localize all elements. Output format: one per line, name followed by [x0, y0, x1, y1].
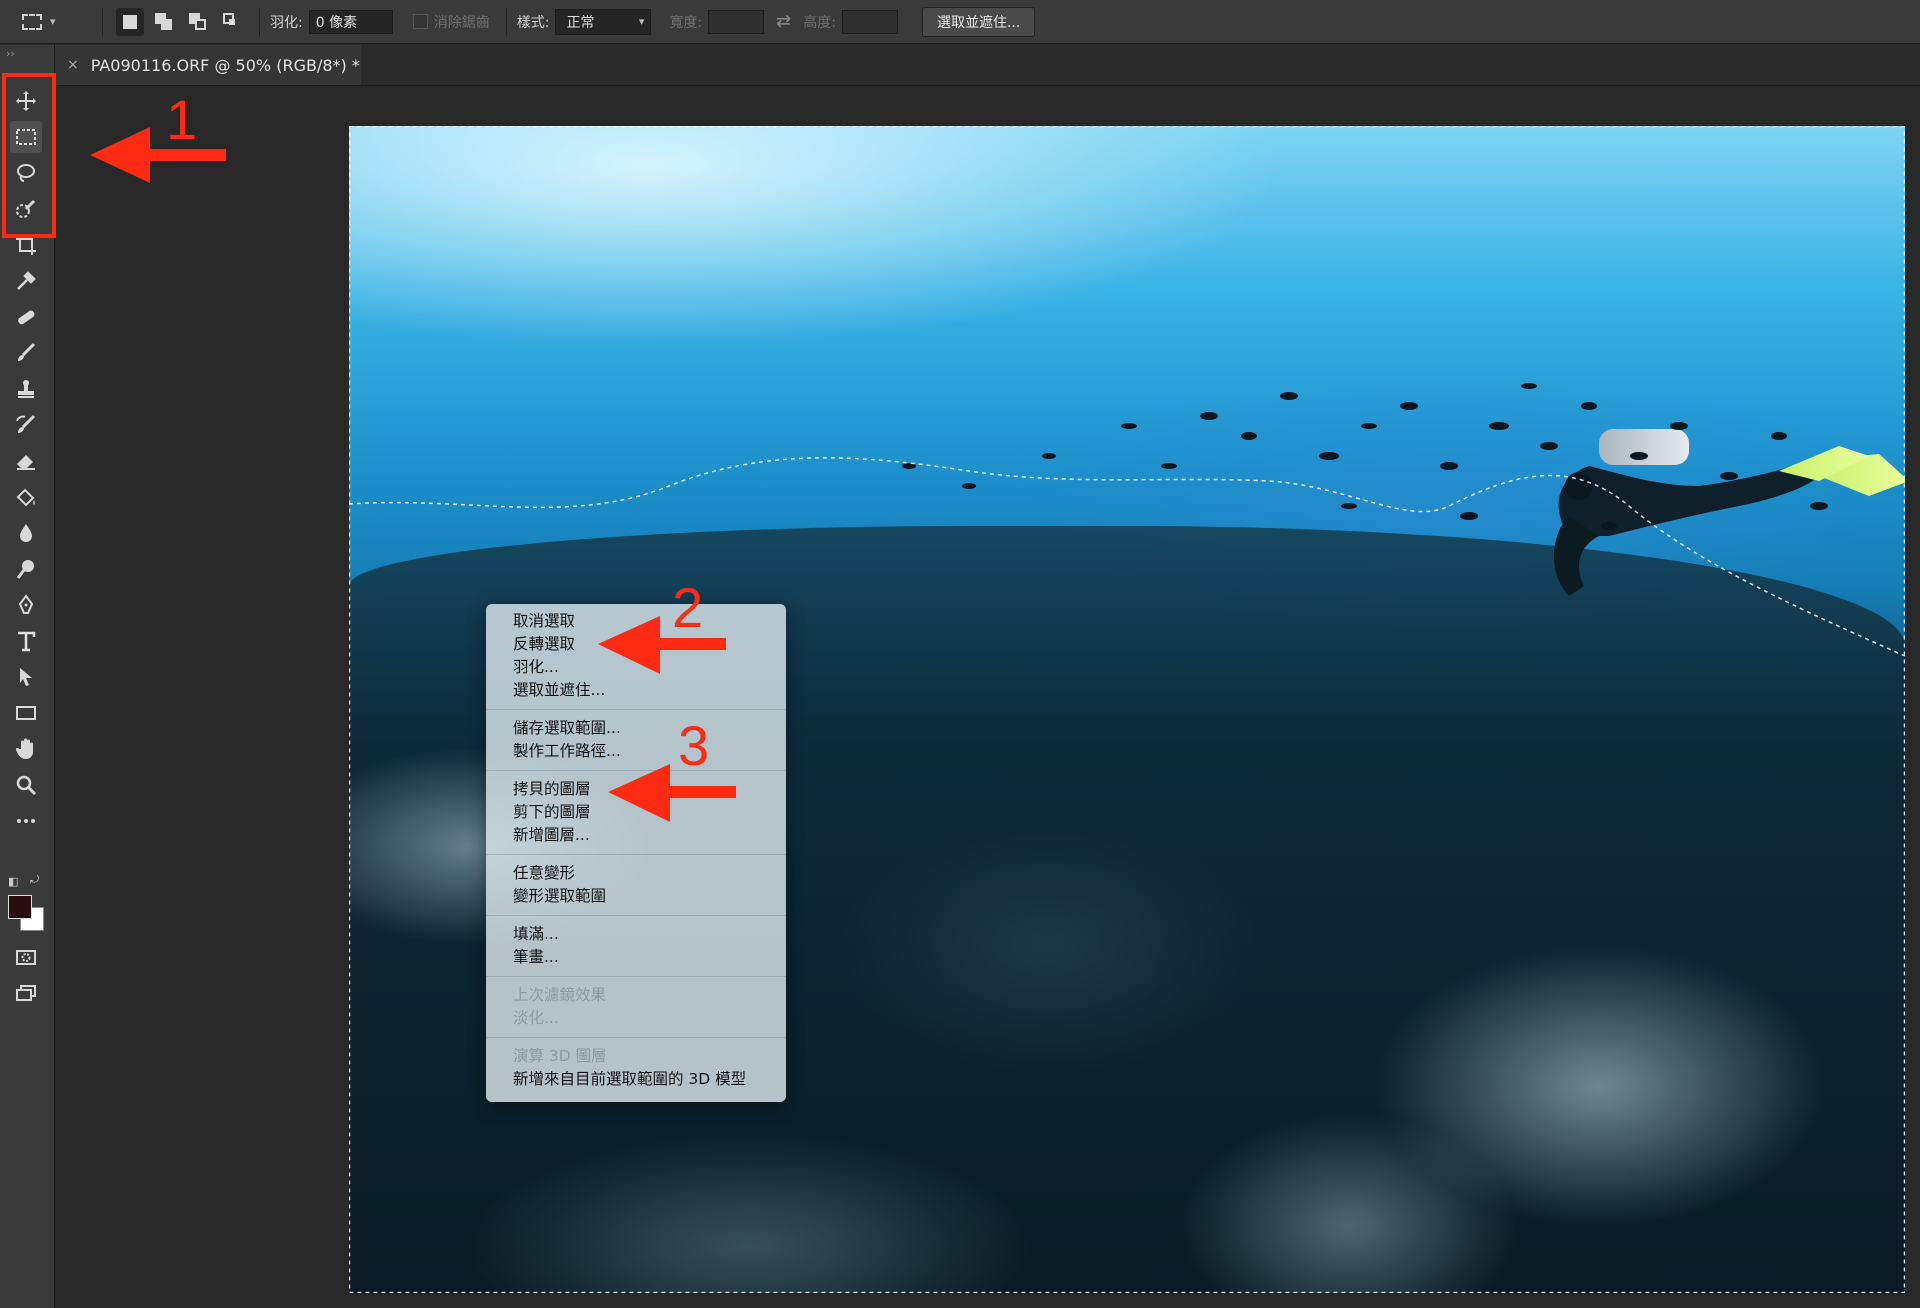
eyedropper-tool[interactable]: [10, 265, 42, 297]
more-icon: [17, 819, 35, 823]
rect-marquee-icon: [22, 13, 42, 30]
intersect-selection-button[interactable]: [218, 8, 246, 36]
context-menu-item[interactable]: 筆畫...: [486, 946, 786, 969]
context-menu-item[interactable]: 新增來自目前選取範圍的 3D 模型: [486, 1068, 786, 1091]
new-selection-button[interactable]: [116, 7, 144, 36]
menu-separator: [486, 976, 786, 977]
history-brush-tool[interactable]: [10, 409, 42, 441]
menu-separator: [486, 1037, 786, 1038]
eraser-tool[interactable]: [10, 445, 42, 477]
divider: [505, 7, 507, 36]
water-drop-icon: [20, 524, 32, 542]
history-brush-icon: [16, 414, 36, 433]
new-selection-icon: [123, 14, 137, 29]
feather-input[interactable]: 0 像素: [308, 9, 393, 34]
annotation-arrow-1: [90, 127, 226, 183]
options-bar: ▾ 羽化: 0 像素 消除鋸齒 樣式: 正常 ▾ 寬度: ⇄ 高度: 選取並遮住…: [0, 0, 1920, 44]
blur-tool[interactable]: [10, 517, 42, 549]
context-menu-item[interactable]: 填滿...: [486, 923, 786, 946]
type-icon: [18, 631, 36, 652]
brush-tool[interactable]: [10, 337, 42, 369]
dodge-icon: [16, 560, 34, 579]
chevron-down-icon: ▾: [50, 15, 56, 28]
zoom-tool[interactable]: [10, 769, 42, 801]
annotation-number-3: 3: [678, 714, 710, 777]
anti-alias-checkbox[interactable]: [412, 14, 428, 29]
context-menu-item[interactable]: 變形選取範圍: [486, 885, 786, 908]
context-menu-item: 淡化...: [513, 1009, 559, 1027]
paint-bucket-icon: [16, 488, 35, 507]
dodge-tool[interactable]: [10, 553, 42, 585]
cursor-arrow-icon: [20, 668, 32, 686]
path-selection-tool[interactable]: [10, 661, 42, 693]
hand-icon: [15, 738, 33, 759]
menu-separator: [486, 854, 786, 855]
document-tab[interactable]: × PA090116.ORF @ 50% (RGB/8*) *: [55, 45, 361, 85]
annotation-arrow-3: [608, 764, 736, 822]
chevron-down-icon: ▾: [638, 15, 645, 28]
close-icon[interactable]: ×: [67, 57, 79, 73]
width-label: 寬度:: [669, 14, 703, 31]
swap-colors-icon[interactable]: ⤾: [30, 873, 39, 887]
clone-stamp-tool[interactable]: [10, 373, 42, 405]
annotation-arrow-2: [598, 616, 726, 674]
pen-icon: [18, 594, 34, 614]
divider: [102, 7, 103, 36]
anti-alias-label: 消除鋸齒: [433, 14, 490, 31]
quick-mask-icon: [16, 950, 36, 965]
add-selection-icon: [155, 12, 173, 31]
style-value: 正常: [566, 14, 595, 31]
collapse-panel-icon[interactable]: ››: [6, 47, 15, 60]
style-select[interactable]: 正常 ▾: [555, 8, 652, 35]
type-tool[interactable]: [10, 625, 42, 657]
document-tab-bar: × PA090116.ORF @ 50% (RGB/8*) *: [55, 45, 1920, 86]
height-input[interactable]: [841, 9, 898, 34]
edit-toolbar-button[interactable]: [10, 805, 42, 837]
width-input[interactable]: [708, 9, 765, 34]
default-colors-icon[interactable]: ◧: [8, 875, 18, 888]
add-to-selection-button[interactable]: [150, 8, 178, 36]
foreground-color-swatch[interactable]: [8, 895, 32, 919]
quick-mask-button[interactable]: [10, 941, 42, 973]
annotation-number-2: 2: [672, 576, 704, 639]
context-menu-item: 演算 3D 圖層: [513, 1047, 607, 1065]
eraser-icon: [17, 455, 35, 470]
menu-separator: [486, 709, 786, 710]
context-menu-item[interactable]: 任意變形: [486, 862, 786, 885]
height-label: 高度:: [803, 14, 836, 31]
swap-width-height-icon[interactable]: ⇄: [776, 11, 791, 32]
feather-label: 羽化:: [270, 14, 303, 31]
rectangle-tool[interactable]: [10, 697, 42, 729]
select-and-mask-button[interactable]: 選取並遮住...: [921, 6, 1036, 37]
annotation-highlight-box: [2, 73, 56, 238]
annotation-number-1: 1: [166, 88, 198, 151]
intersect-selection-icon: [223, 12, 241, 31]
bandage-icon: [18, 310, 35, 325]
menu-separator: [486, 915, 786, 916]
context-menu-item: 上次濾鏡效果: [513, 986, 607, 1004]
document-tab-title: PA090116.ORF @ 50% (RGB/8*) *: [90, 55, 360, 75]
pen-tool[interactable]: [10, 589, 42, 621]
hand-tool[interactable]: [10, 733, 42, 765]
paint-bucket-tool[interactable]: [10, 481, 42, 513]
eyedropper-icon: [17, 271, 36, 290]
style-label: 樣式:: [516, 14, 550, 31]
brush-icon: [18, 342, 36, 361]
subtract-selection-icon: [189, 12, 207, 31]
screen-mode-icon: [16, 985, 36, 1001]
rectangle-icon: [16, 706, 36, 720]
screen-mode-button[interactable]: [10, 977, 42, 1009]
tool-preset-picker[interactable]: ▾: [22, 6, 92, 38]
subtract-from-selection-button[interactable]: [184, 8, 212, 36]
divider: [259, 7, 260, 36]
magnifier-icon: [16, 775, 37, 796]
stamp-icon: [18, 380, 34, 398]
context-menu-item[interactable]: 儲存選取範圍...: [486, 717, 786, 740]
healing-brush-tool[interactable]: [10, 301, 42, 333]
